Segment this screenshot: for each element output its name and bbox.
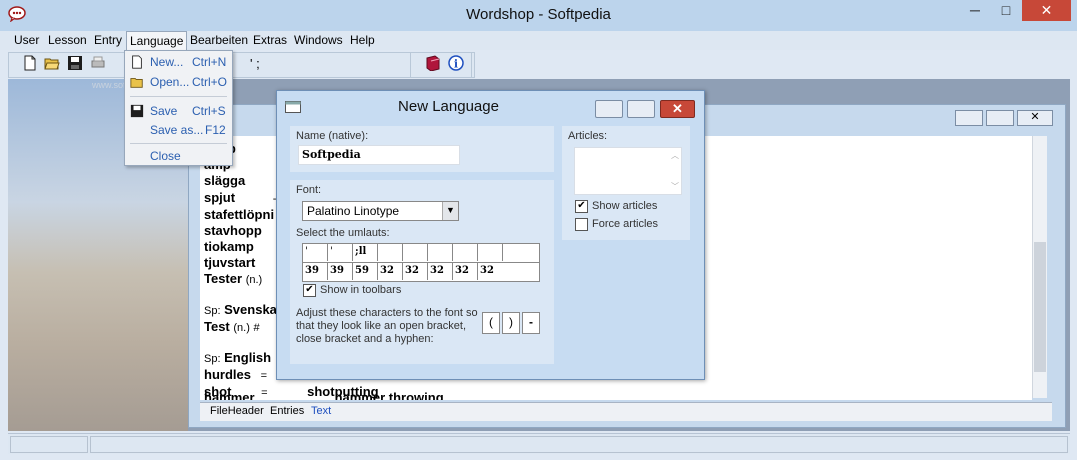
scroll-up-icon[interactable]: ︿ xyxy=(671,150,679,161)
umlaut-row-chars: ' ' ;ll xyxy=(303,244,539,263)
menu-language[interactable]: Language xyxy=(126,31,188,50)
force-articles-label: Force articles xyxy=(592,218,659,230)
umlaut-code: 39 xyxy=(328,263,353,280)
scrollbar-thumb[interactable] xyxy=(1034,242,1046,372)
close-bracket-input[interactable]: ) xyxy=(502,312,520,334)
umlaut-row-codes: 39 39 59 32 32 32 32 32 xyxy=(303,263,539,281)
menu-save-shortcut: Ctrl+S xyxy=(192,104,226,118)
umlaut-cell[interactable] xyxy=(453,244,478,261)
tab-fileheader[interactable]: FileHeader xyxy=(210,405,264,417)
menu-save[interactable]: Save xyxy=(150,104,177,118)
status-panel xyxy=(10,436,88,453)
scroll-down-icon[interactable]: ﹀ xyxy=(671,181,679,192)
menu-entry[interactable]: Entry xyxy=(94,33,122,47)
dialog-maximize-button[interactable] xyxy=(627,100,655,118)
show-toolbars-label: Show in toolbars xyxy=(320,284,402,296)
umlaut-code: 32 xyxy=(403,263,428,280)
font-label: Font: xyxy=(296,184,322,196)
umlaut-cell[interactable]: ' xyxy=(328,244,353,261)
window-title: Wordshop - Softpedia xyxy=(466,6,611,23)
umlaut-code: 39 xyxy=(303,263,328,280)
menu-close[interactable]: Close xyxy=(150,149,181,163)
umlaut-cell[interactable] xyxy=(503,244,539,261)
umlaut-cell[interactable]: ' xyxy=(303,244,328,261)
articles-textarea[interactable]: ︿ ﹀ xyxy=(574,147,682,195)
tab-entries[interactable]: Entries xyxy=(270,405,304,417)
new-file-icon[interactable] xyxy=(22,55,38,71)
show-articles-checkbox[interactable]: ✔ xyxy=(575,200,588,213)
umlauts-label: Select the umlauts: xyxy=(296,227,390,239)
umlaut-grid[interactable]: ' ' ;ll 39 39 59 32 32 32 32 32 xyxy=(302,243,540,282)
menu-open[interactable]: Open... xyxy=(150,75,189,89)
name-input[interactable]: Softpedia xyxy=(298,145,460,165)
menu-save-as-shortcut: F12 xyxy=(205,123,226,137)
umlaut-cell[interactable] xyxy=(428,244,453,261)
menu-separator xyxy=(130,143,227,144)
entry-line-partial: hammer hammer throwing xyxy=(204,390,444,400)
menu-new[interactable]: New... xyxy=(150,55,183,69)
open-bracket-input[interactable]: ( xyxy=(482,312,500,334)
open-folder-icon[interactable] xyxy=(44,55,60,71)
dialog-close-button[interactable]: ✕ xyxy=(660,100,695,118)
dialog-minimize-button[interactable] xyxy=(595,100,623,118)
child-maximize-button[interactable] xyxy=(986,110,1014,126)
umlaut-code: 32 xyxy=(428,263,453,280)
umlaut-cell[interactable] xyxy=(403,244,428,261)
book-icon[interactable] xyxy=(425,55,441,71)
menu-new-shortcut: Ctrl+N xyxy=(192,55,227,69)
menu-windows[interactable]: Windows xyxy=(294,33,343,47)
vertical-scrollbar[interactable] xyxy=(1032,136,1047,398)
adjust-instructions: Adjust these characters to the font so t… xyxy=(296,307,478,345)
umlaut-code: 32 xyxy=(453,263,478,280)
new-file-icon xyxy=(132,55,142,69)
chevron-down-icon[interactable]: ▼ xyxy=(442,202,458,220)
name-label: Name (native): xyxy=(296,130,369,142)
minimize-button[interactable]: ─ xyxy=(960,0,990,21)
toolbar-umlaut-chars[interactable]: ' ; xyxy=(250,56,260,71)
force-articles-checkbox[interactable] xyxy=(575,218,588,231)
maximize-button[interactable]: □ xyxy=(992,0,1020,21)
umlaut-cell[interactable]: ;ll xyxy=(353,244,378,261)
umlaut-code: 32 xyxy=(480,265,494,276)
umlaut-code: 59 xyxy=(353,263,378,280)
svg-text:i: i xyxy=(454,58,458,71)
menu-help[interactable]: Help xyxy=(350,33,375,47)
status-panel xyxy=(90,436,1068,453)
font-select[interactable]: Palatino Linotype ▼ xyxy=(302,201,459,221)
menu-separator xyxy=(130,96,227,97)
child-close-button[interactable]: ✕ xyxy=(1017,110,1053,126)
tab-text[interactable]: Text xyxy=(311,405,331,417)
open-folder-icon xyxy=(130,78,143,88)
print-icon[interactable] xyxy=(90,55,106,71)
umlaut-cell[interactable] xyxy=(478,244,503,261)
umlaut-cell[interactable] xyxy=(378,244,403,261)
menu-lesson[interactable]: Lesson xyxy=(48,33,87,47)
menu-open-shortcut: Ctrl+O xyxy=(192,75,228,89)
hyphen-input[interactable]: - xyxy=(522,312,540,334)
save-icon xyxy=(130,104,144,118)
show-toolbars-checkbox[interactable]: ✔ xyxy=(303,284,316,297)
close-button[interactable]: ✕ xyxy=(1022,0,1071,21)
menu-save-as[interactable]: Save as... xyxy=(150,123,203,137)
dialog-title: New Language xyxy=(398,98,499,115)
show-articles-label: Show articles xyxy=(592,200,658,212)
child-minimize-button[interactable] xyxy=(955,110,983,126)
menu-user[interactable]: User xyxy=(14,33,39,47)
articles-label: Articles: xyxy=(568,130,608,142)
menu-bearbeiten[interactable]: Bearbeiten xyxy=(190,33,248,47)
menu-extras[interactable]: Extras xyxy=(253,33,287,47)
umlaut-code: 32 xyxy=(378,263,403,280)
save-icon[interactable] xyxy=(67,55,83,71)
info-icon[interactable]: i xyxy=(448,55,464,71)
